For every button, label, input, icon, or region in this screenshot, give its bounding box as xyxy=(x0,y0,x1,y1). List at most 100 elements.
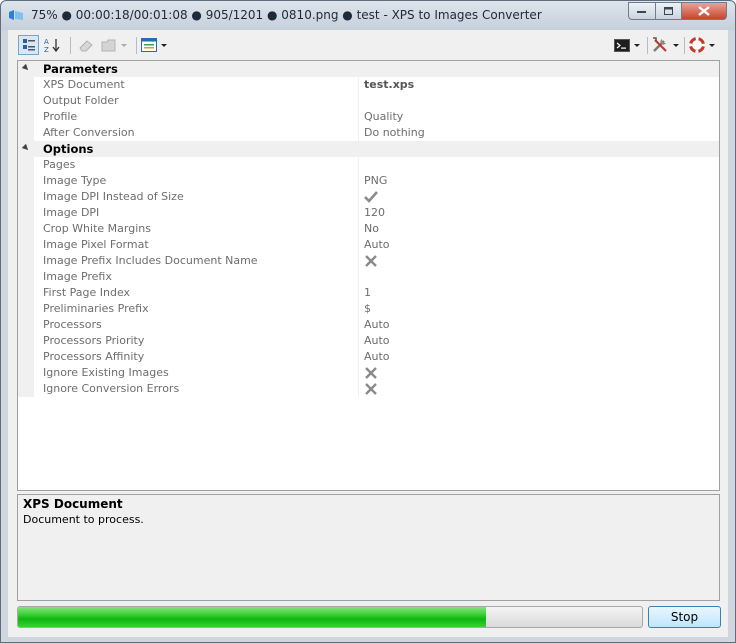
column-divider xyxy=(358,125,359,141)
property-row-image-prefix[interactable]: Image Prefix xyxy=(18,269,719,285)
property-name: First Page Index xyxy=(43,286,131,299)
property-name: Output Folder xyxy=(43,94,119,107)
property-name: Processors xyxy=(43,318,102,331)
property-row-ignore-existing-images[interactable]: Ignore Existing Images xyxy=(18,365,719,381)
row-gutter xyxy=(18,205,34,221)
property-row-xps-document[interactable]: XPS Document test.xps xyxy=(18,77,719,93)
chevron-down-icon xyxy=(161,43,167,47)
property-row-ignore-conversion-errors[interactable]: Ignore Conversion Errors xyxy=(18,381,719,397)
property-row-profile[interactable]: Profile Quality xyxy=(18,109,719,125)
property-value[interactable]: No xyxy=(364,221,379,237)
property-row-image-pixel-format[interactable]: Image Pixel Format Auto xyxy=(18,237,719,253)
check-icon[interactable] xyxy=(364,191,378,203)
folder-dropdown-button[interactable] xyxy=(101,35,133,55)
property-row-image-dpi-instead-of-size[interactable]: Image DPI Instead of Size xyxy=(18,189,719,205)
category-parameters[interactable]: Parameters xyxy=(18,61,719,77)
row-gutter xyxy=(18,349,34,365)
title-bar[interactable]: 75% ● 00:00:18/00:01:08 ● 905/1201 ● 081… xyxy=(1,1,735,30)
console-icon xyxy=(614,38,630,52)
conversion-progress-bar xyxy=(17,606,643,628)
property-name: XPS Document xyxy=(43,78,125,91)
cross-icon[interactable] xyxy=(365,367,377,379)
property-value[interactable]: $ xyxy=(364,301,371,317)
property-name: Image Type xyxy=(43,174,107,187)
client-area: A Z Parameters XPS Document test.xps Out… xyxy=(8,30,728,637)
property-name: Pages xyxy=(43,158,76,171)
svg-text:A: A xyxy=(44,38,49,46)
clear-button[interactable] xyxy=(76,35,96,55)
alphabetical-sort-button[interactable]: A Z xyxy=(43,35,63,55)
progress-fill xyxy=(18,607,486,627)
property-name: Profile xyxy=(43,110,78,123)
categorized-view-icon xyxy=(22,39,35,51)
console-dropdown-button[interactable] xyxy=(614,35,644,55)
property-value[interactable]: PNG xyxy=(364,173,387,189)
property-value[interactable]: 1 xyxy=(364,285,371,301)
row-gutter xyxy=(18,109,34,125)
stop-button[interactable]: Stop xyxy=(648,606,721,628)
svg-text:Z: Z xyxy=(44,46,49,53)
property-name: Processors Priority xyxy=(43,334,145,347)
column-divider xyxy=(358,237,359,253)
help-dropdown-button[interactable] xyxy=(689,35,721,55)
maximize-button[interactable] xyxy=(655,2,682,20)
column-divider xyxy=(358,221,359,237)
column-divider xyxy=(358,365,359,381)
property-row-after-conversion[interactable]: After Conversion Do nothing xyxy=(18,125,719,141)
column-divider xyxy=(358,253,359,269)
property-value[interactable]: Quality xyxy=(364,109,403,125)
column-divider xyxy=(358,157,359,173)
chevron-down-icon xyxy=(634,43,640,47)
cross-icon[interactable] xyxy=(365,383,377,395)
row-gutter xyxy=(18,253,34,269)
property-row-output-folder[interactable]: Output Folder xyxy=(18,93,719,109)
property-grid[interactable]: Parameters XPS Document test.xps Output … xyxy=(17,60,720,491)
property-value[interactable]: 120 xyxy=(364,205,385,221)
help-panel: XPS Document Document to process. xyxy=(17,494,720,601)
property-row-image-dpi[interactable]: Image DPI 120 xyxy=(18,205,719,221)
property-value[interactable]: Auto xyxy=(364,317,390,333)
column-divider xyxy=(358,285,359,301)
property-value[interactable]: Do nothing xyxy=(364,125,425,141)
property-name: Preliminaries Prefix xyxy=(43,302,149,315)
close-button[interactable] xyxy=(681,2,727,20)
minimize-button[interactable] xyxy=(628,2,656,20)
row-gutter xyxy=(18,333,34,349)
row-gutter xyxy=(18,173,34,189)
column-divider xyxy=(358,301,359,317)
column-divider xyxy=(358,269,359,285)
cross-icon[interactable] xyxy=(365,255,377,267)
category-options[interactable]: Options xyxy=(18,141,719,157)
property-value[interactable]: Auto xyxy=(364,349,390,365)
row-gutter xyxy=(18,93,34,109)
property-row-first-page-index[interactable]: First Page Index 1 xyxy=(18,285,719,301)
property-value[interactable]: Auto xyxy=(364,333,390,349)
toolbar-separator xyxy=(684,37,685,54)
chevron-down-icon xyxy=(673,43,679,47)
property-row-preliminaries-prefix[interactable]: Preliminaries Prefix $ xyxy=(18,301,719,317)
property-row-crop-white-margins[interactable]: Crop White Margins No xyxy=(18,221,719,237)
tools-dropdown-button[interactable] xyxy=(651,35,681,55)
tools-icon xyxy=(653,37,667,52)
categorized-view-button[interactable] xyxy=(18,35,39,55)
column-divider xyxy=(358,349,359,365)
property-name: Ignore Existing Images xyxy=(43,366,169,379)
row-gutter xyxy=(18,77,34,93)
property-row-processors-priority[interactable]: Processors Priority Auto xyxy=(18,333,719,349)
property-name: Processors Affinity xyxy=(43,350,145,363)
property-value[interactable]: Auto xyxy=(364,237,390,253)
image-list-dropdown-button[interactable] xyxy=(141,35,171,55)
column-divider xyxy=(358,317,359,333)
property-name: Image DPI xyxy=(43,206,100,219)
property-row-image-prefix-includes-document-name[interactable]: Image Prefix Includes Document Name xyxy=(18,253,719,269)
property-value[interactable]: test.xps xyxy=(364,77,414,93)
column-divider xyxy=(358,173,359,189)
collapse-arrow-icon[interactable] xyxy=(21,63,31,73)
property-row-image-type[interactable]: Image Type PNG xyxy=(18,173,719,189)
category-label: Parameters xyxy=(43,62,118,76)
collapse-arrow-icon[interactable] xyxy=(21,143,31,153)
property-name: Image Prefix Includes Document Name xyxy=(43,254,258,267)
property-row-pages[interactable]: Pages xyxy=(18,157,719,173)
property-row-processors-affinity[interactable]: Processors Affinity Auto xyxy=(18,349,719,365)
property-row-processors[interactable]: Processors Auto xyxy=(18,317,719,333)
